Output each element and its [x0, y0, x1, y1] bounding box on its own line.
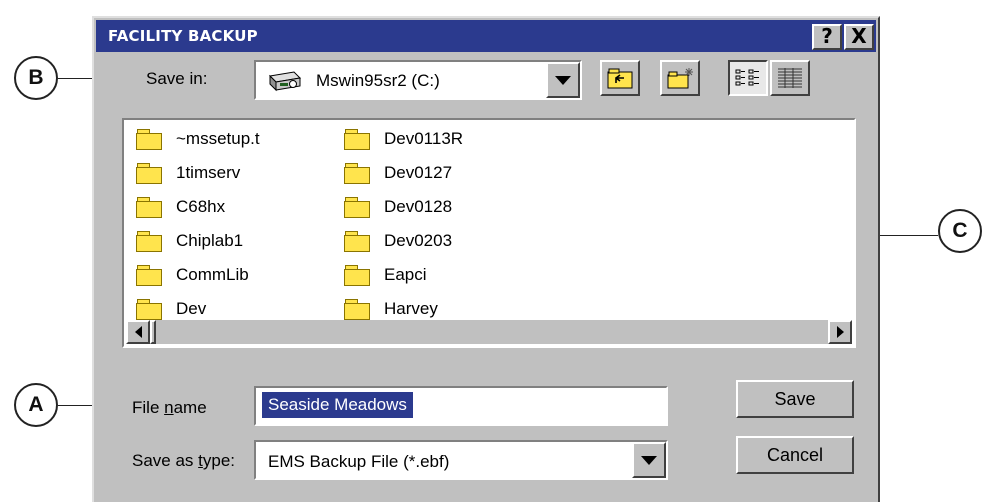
- file-name: Dev0127: [384, 163, 453, 182]
- save-as-type-value: EMS Backup File (*.ebf): [268, 452, 450, 471]
- list-item[interactable]: 1timserv: [136, 158, 240, 188]
- file-name: Dev: [176, 299, 207, 318]
- folder-icon: [344, 231, 370, 252]
- folder-icon: [136, 265, 162, 286]
- details-view-button[interactable]: [770, 60, 810, 96]
- help-icon: ?: [821, 24, 833, 48]
- up-one-level-icon: [607, 68, 633, 89]
- callout-b-label: B: [28, 66, 44, 89]
- file-name-label-pre: File: [132, 398, 165, 417]
- file-name: Dev0203: [384, 231, 453, 250]
- list-item[interactable]: Eapci: [344, 260, 427, 290]
- list-item[interactable]: Dev0203: [344, 226, 452, 256]
- folder-icon: [344, 197, 370, 218]
- chevron-down-icon: [555, 75, 571, 85]
- list-item[interactable]: Chiplab1: [136, 226, 243, 256]
- horizontal-scrollbar[interactable]: [126, 320, 852, 344]
- file-name-label-accel: n: [164, 398, 174, 417]
- save-as-type-dropdown-button[interactable]: [632, 442, 666, 478]
- arrow-left-icon: [134, 326, 142, 338]
- list-item[interactable]: Dev0113R: [344, 124, 463, 154]
- folder-icon: [344, 299, 370, 320]
- save-in-label: Save in:: [146, 69, 208, 88]
- save-in-value: Mswin95sr2 (C:): [316, 71, 440, 90]
- file-name: C68hx: [176, 197, 226, 216]
- cancel-button[interactable]: Cancel: [736, 436, 854, 474]
- callout-b: B: [14, 56, 58, 100]
- save-button-label: Save: [774, 388, 816, 409]
- callout-a-label: A: [28, 393, 44, 416]
- details-view-icon: [778, 68, 802, 88]
- new-folder-icon: [667, 68, 693, 89]
- cancel-button-label: Cancel: [766, 444, 824, 465]
- file-name: ~mssetup.t: [176, 129, 260, 148]
- save-as-type-label-pre: Save as: [132, 451, 199, 470]
- file-name-label-post: ame: [173, 398, 207, 417]
- save-in-combo[interactable]: Mswin95sr2 (C:): [254, 60, 582, 100]
- folder-icon: [136, 129, 162, 150]
- save-as-type-label: Save as type:: [132, 451, 235, 471]
- file-name: Dev0128: [384, 197, 453, 216]
- up-one-level-button[interactable]: [600, 60, 640, 96]
- save-in-dropdown-button[interactable]: [546, 62, 580, 98]
- list-item[interactable]: C68hx: [136, 192, 225, 222]
- file-name: CommLib: [176, 265, 249, 284]
- close-icon: X: [851, 24, 867, 48]
- folder-icon: [136, 231, 162, 252]
- folder-icon: [136, 197, 162, 218]
- file-name: Harvey: [384, 299, 438, 318]
- hard-drive-icon: [268, 71, 302, 92]
- help-button[interactable]: ?: [812, 24, 842, 50]
- list-item[interactable]: Dev0128: [344, 192, 452, 222]
- scroll-right-button[interactable]: [828, 320, 852, 344]
- file-name: Dev0113R: [384, 129, 464, 148]
- callout-c-label: C: [952, 219, 968, 242]
- folder-icon: [344, 129, 370, 150]
- file-name-label: File name: [132, 398, 207, 418]
- dialog-title: FACILITY BACKUP: [108, 27, 258, 45]
- arrow-right-icon: [836, 326, 844, 338]
- file-name: 1timserv: [176, 163, 241, 182]
- list-item[interactable]: ~mssetup.t: [136, 124, 260, 154]
- folder-icon: [136, 299, 162, 320]
- file-list[interactable]: ~mssetup.t 1timserv C68hx Chiplab1 CommL…: [122, 118, 856, 348]
- list-item[interactable]: CommLib: [136, 260, 249, 290]
- folder-icon: [344, 163, 370, 184]
- callout-c: C: [938, 209, 982, 253]
- scroll-thumb[interactable]: [150, 320, 156, 344]
- folder-icon: [344, 265, 370, 286]
- file-name-input[interactable]: Seaside Meadows: [254, 386, 668, 426]
- folder-icon: [136, 163, 162, 184]
- chevron-down-icon: [641, 455, 657, 465]
- callout-a: A: [14, 383, 58, 427]
- save-as-type-combo[interactable]: EMS Backup File (*.ebf): [254, 440, 668, 480]
- new-folder-button[interactable]: [660, 60, 700, 96]
- scroll-left-button[interactable]: [126, 320, 150, 344]
- save-as-type-label-post: ype:: [202, 451, 236, 470]
- list-view-button[interactable]: [728, 60, 768, 96]
- close-button[interactable]: X: [844, 24, 874, 50]
- file-name: Eapci: [384, 265, 427, 284]
- save-button[interactable]: Save: [736, 380, 854, 418]
- file-name: Chiplab1: [176, 231, 244, 250]
- file-name-value: Seaside Meadows: [262, 392, 413, 418]
- title-bar[interactable]: FACILITY BACKUP ? X: [96, 20, 876, 52]
- list-item[interactable]: Dev0127: [344, 158, 452, 188]
- list-view-icon: [735, 69, 759, 86]
